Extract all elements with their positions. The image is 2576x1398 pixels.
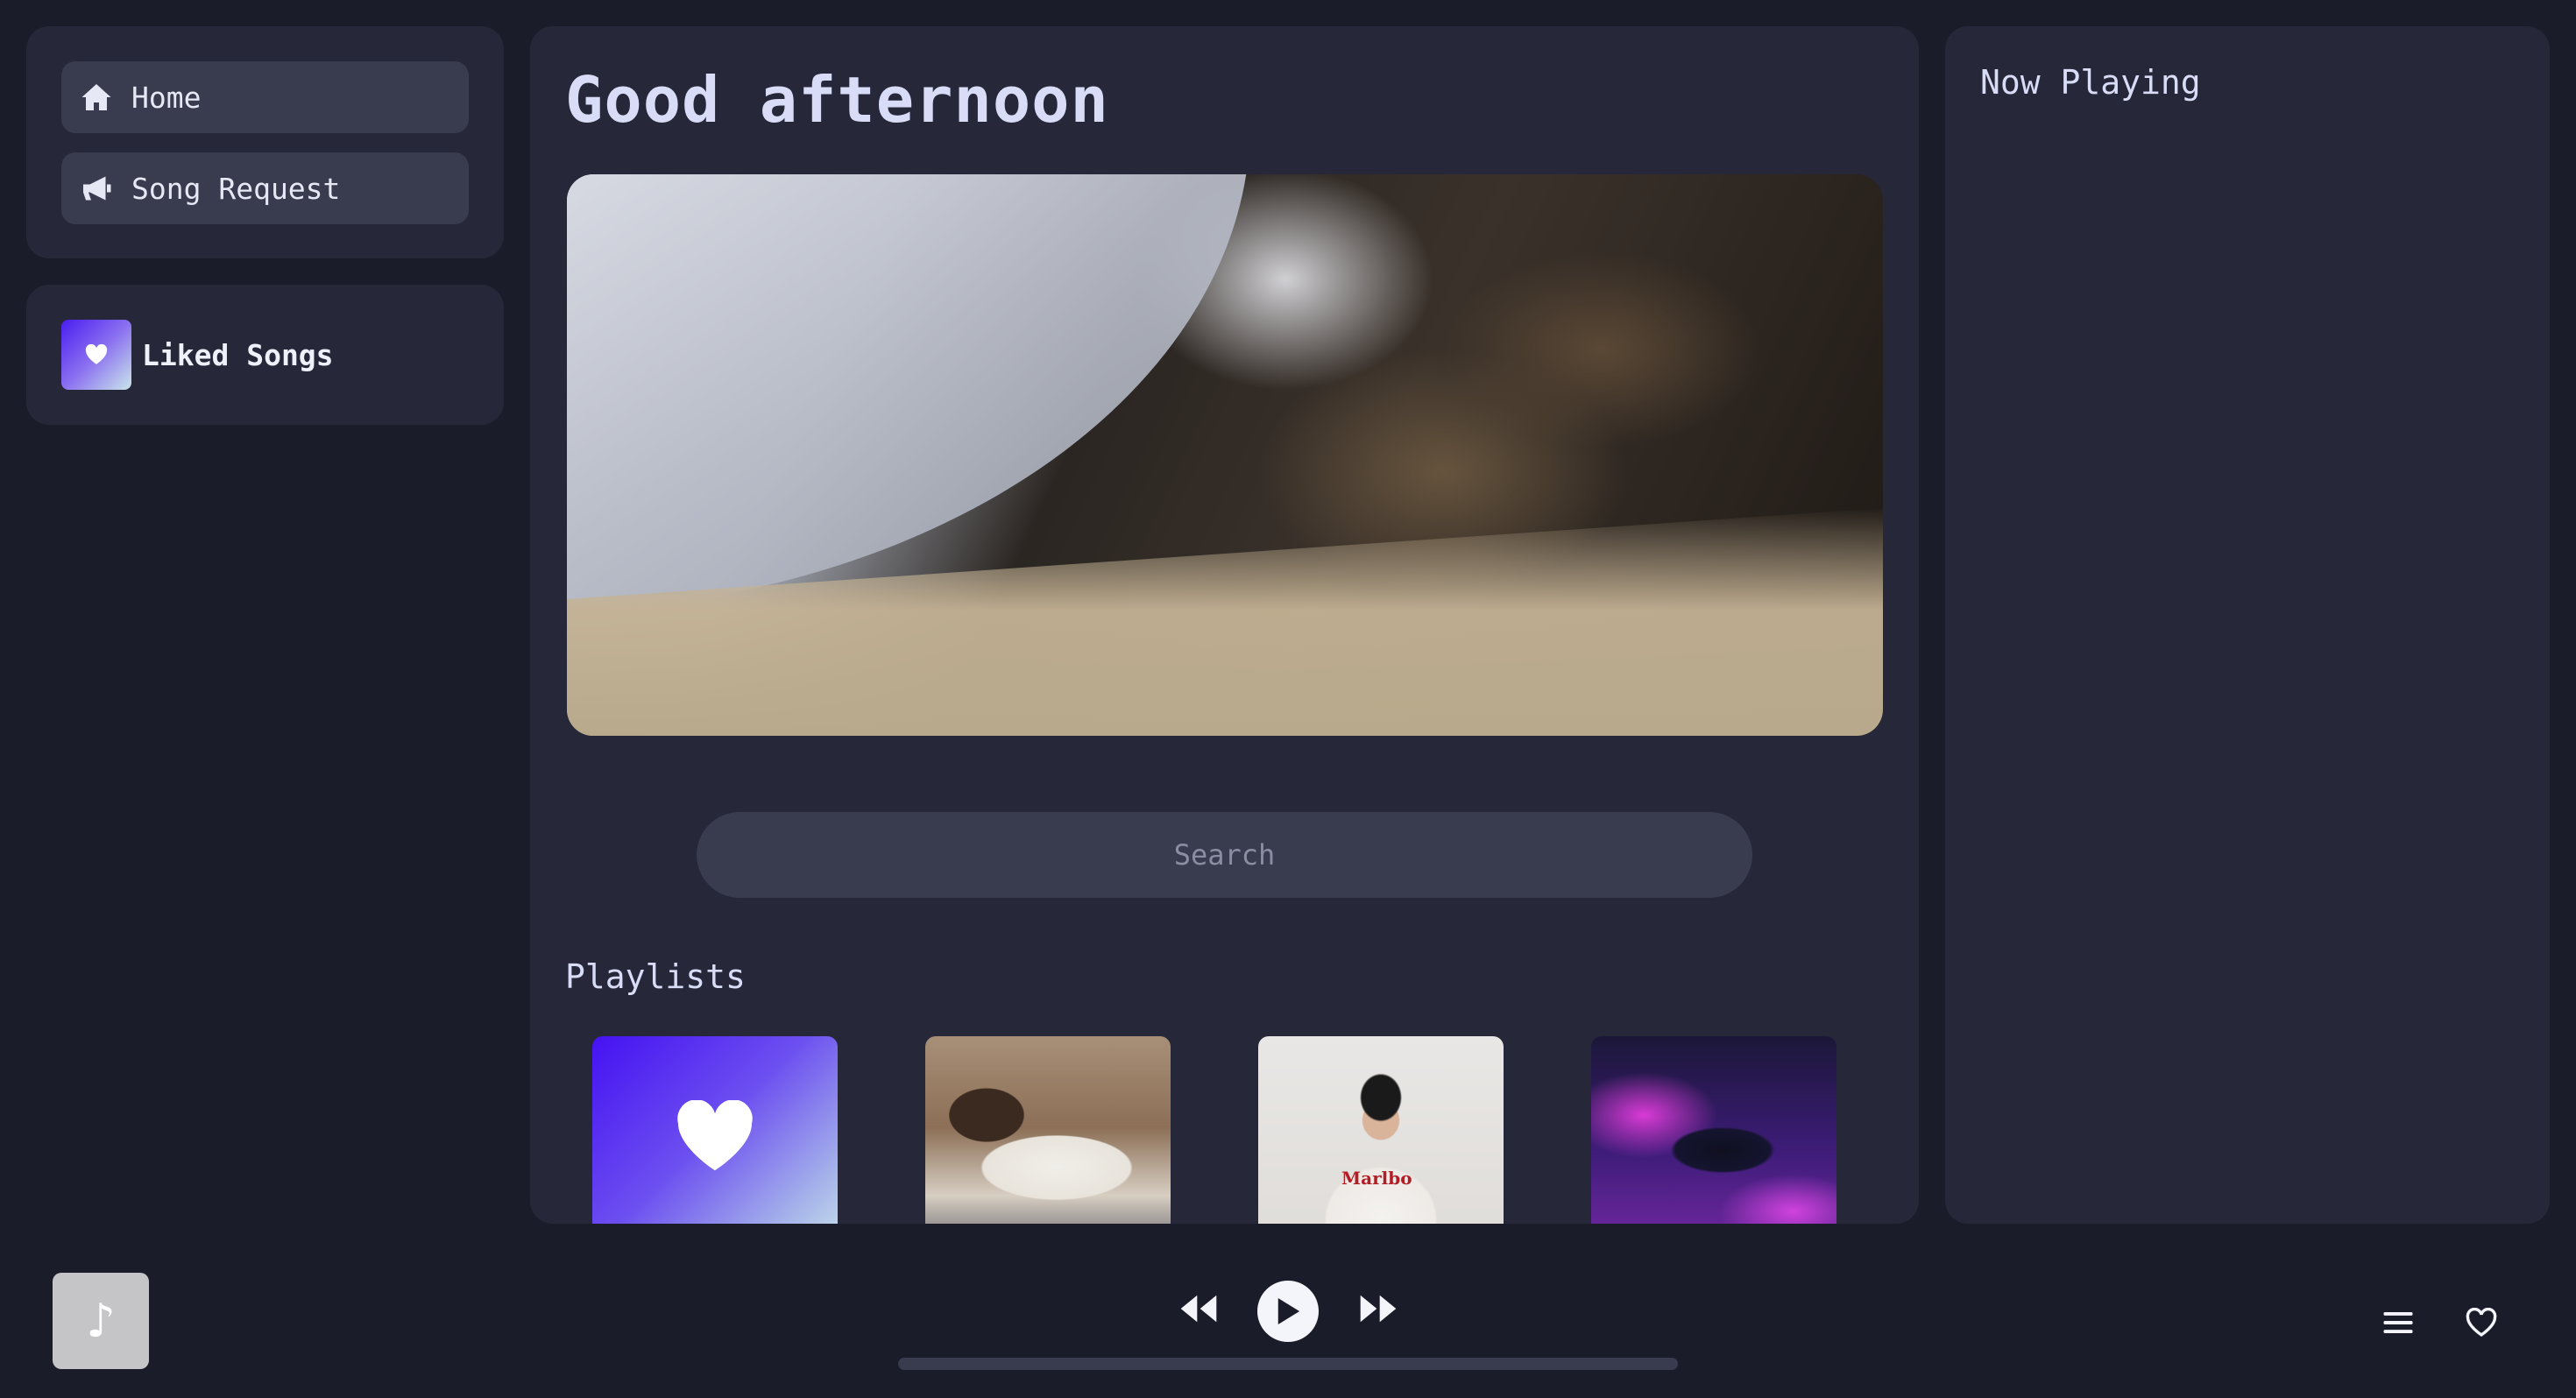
liked-songs-label: Liked Songs xyxy=(142,337,334,372)
liked-songs-thumbnail xyxy=(61,320,131,390)
home-icon xyxy=(79,80,114,115)
hero-shell-shape xyxy=(567,174,1250,612)
previous-button[interactable] xyxy=(1178,1291,1219,1326)
page-title: Good afternoon xyxy=(565,63,1109,137)
library-panel: Liked Songs xyxy=(26,285,504,425)
heart-icon xyxy=(677,1100,753,1171)
search-bar xyxy=(697,812,1752,898)
playlist-card-liked-songs[interactable] xyxy=(592,1036,838,1224)
search-input[interactable] xyxy=(697,812,1752,898)
now-playing-panel: Now Playing xyxy=(1945,26,2550,1224)
player-track-thumbnail[interactable]: ♪ xyxy=(53,1273,149,1369)
playlists-heading: Playlists xyxy=(565,957,746,996)
nav-panel: Home Song Request xyxy=(26,26,504,258)
play-icon xyxy=(1277,1298,1300,1324)
playlist-card-cover-neon-car[interactable] xyxy=(1591,1036,1836,1224)
next-button[interactable] xyxy=(1358,1291,1398,1326)
next-icon xyxy=(1360,1295,1397,1323)
hero-banner-image xyxy=(567,174,1883,736)
liked-songs-item[interactable]: Liked Songs xyxy=(61,320,334,390)
playlist-row: Marlbo xyxy=(592,1036,1836,1224)
sidebar-item-label: Home xyxy=(131,80,202,115)
play-button[interactable] xyxy=(1257,1281,1319,1342)
like-button[interactable] xyxy=(2459,1301,2503,1345)
heart-icon xyxy=(85,344,108,364)
playlist-card-cover-boy-sitting[interactable]: Marlbo xyxy=(1258,1036,1504,1224)
playback-progress-bar[interactable] xyxy=(898,1358,1678,1370)
queue-icon xyxy=(2383,1312,2413,1333)
music-note-icon: ♪ xyxy=(86,1292,116,1350)
now-playing-title: Now Playing xyxy=(1980,63,2201,102)
megaphone-icon xyxy=(79,171,114,206)
sidebar-item-label: Song Request xyxy=(131,171,341,206)
sidebar-item-home[interactable]: Home xyxy=(61,61,469,133)
queue-button[interactable] xyxy=(2376,1301,2420,1345)
playlist-card-cover-man-lying[interactable] xyxy=(925,1036,1171,1224)
previous-icon xyxy=(1180,1295,1217,1323)
heart-outline-icon xyxy=(2466,1308,2497,1337)
sidebar-item-song-request[interactable]: Song Request xyxy=(61,152,469,224)
shirt-logo-graphic: Marlbo xyxy=(1341,1168,1412,1189)
main-panel: Good afternoon Playlists Marlbo xyxy=(530,26,1919,1224)
